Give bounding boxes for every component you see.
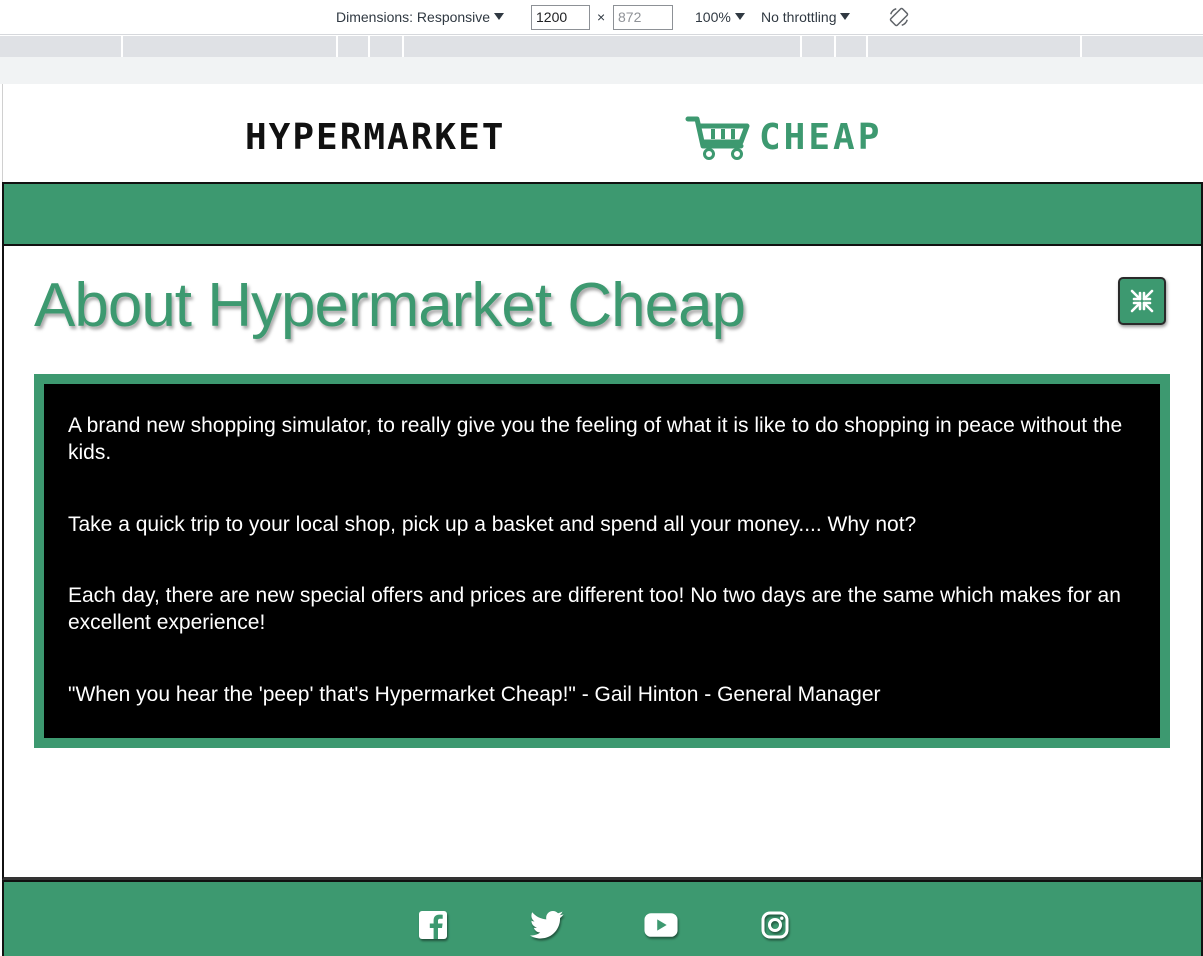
width-input[interactable]: 1200 — [531, 5, 590, 30]
media-query-segment[interactable] — [868, 36, 1082, 57]
throttling-dropdown[interactable]: No throttling — [761, 8, 851, 26]
media-query-segment[interactable] — [370, 36, 404, 57]
about-paragraph: Each day, there are new special offers a… — [68, 584, 1121, 634]
devtools-gap — [0, 57, 1203, 84]
height-input[interactable]: 872 — [613, 5, 673, 30]
zoom-label: 100% — [695, 9, 731, 25]
logo-text-hypermarket: HYPERMARKET — [245, 117, 506, 158]
about-box: A brand new shopping simulator, to reall… — [34, 374, 1170, 748]
throttling-label: No throttling — [761, 9, 837, 25]
devtools-toolbar: Dimensions: Responsive 1200 × 872 100% N… — [0, 0, 1203, 35]
twitter-link[interactable] — [530, 908, 564, 942]
caret-down-icon — [734, 13, 745, 20]
media-query-segment[interactable] — [123, 36, 338, 57]
logo-text-cheap: CHEAP — [759, 117, 883, 158]
instagram-icon — [761, 911, 789, 939]
dimensions-dropdown[interactable]: Dimensions: Responsive — [336, 8, 505, 26]
youtube-link[interactable] — [644, 908, 678, 942]
about-quote: "When you hear the 'peep' that's Hyperma… — [68, 683, 881, 706]
nav-bar — [2, 182, 1203, 246]
dimensions-label: Dimensions: Responsive — [336, 9, 491, 25]
about-paragraph: A brand new shopping simulator, to reall… — [68, 414, 1123, 464]
media-query-segment[interactable] — [404, 36, 802, 57]
caret-down-icon — [840, 13, 851, 20]
instagram-link[interactable] — [758, 908, 792, 942]
media-query-segment[interactable] — [338, 36, 370, 57]
caret-down-icon — [494, 13, 505, 20]
media-query-ruler — [0, 36, 1203, 57]
about-paragraph: Take a quick trip to your local shop, pi… — [68, 513, 917, 536]
media-query-segment[interactable] — [802, 36, 836, 57]
times-symbol: × — [597, 9, 606, 25]
facebook-link[interactable] — [416, 908, 450, 942]
collapse-arrows-icon — [1130, 289, 1154, 313]
page-viewport: HYPERMARKET CHEAP About Hypermarket Chea… — [0, 84, 1203, 956]
rotate-icon[interactable] — [888, 6, 910, 28]
close-about-button[interactable] — [1118, 277, 1166, 325]
main-content: About Hypermarket Cheap A brand new shop… — [2, 246, 1203, 880]
facebook-icon — [419, 911, 447, 939]
site-footer — [2, 880, 1203, 956]
page-title: About Hypermarket Cheap — [34, 271, 746, 340]
media-query-segment[interactable] — [1082, 36, 1203, 57]
zoom-dropdown[interactable]: 100% — [695, 8, 745, 26]
media-query-segment[interactable] — [836, 36, 868, 57]
shopping-cart-icon — [685, 116, 750, 160]
youtube-icon — [644, 913, 678, 937]
twitter-icon — [530, 910, 564, 939]
media-query-segment[interactable] — [0, 36, 123, 57]
site-header: HYPERMARKET CHEAP — [2, 84, 1203, 182]
